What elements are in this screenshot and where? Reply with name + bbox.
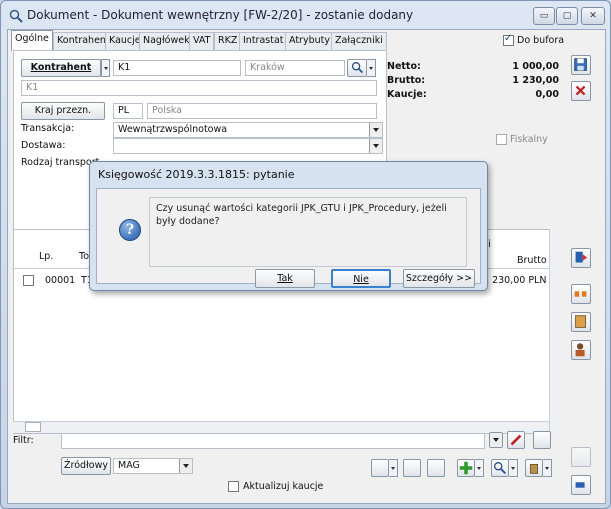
tab-vat[interactable]: VAT <box>189 32 215 50</box>
delete-icon[interactable] <box>525 459 543 477</box>
add-document-icon[interactable] <box>571 248 591 268</box>
kraj-przeznaczenia-button[interactable]: Kraj przezn. <box>21 102 105 120</box>
filter-label: Filtr: <box>13 435 34 446</box>
grid-vscrollbar[interactable] <box>549 229 561 434</box>
kraj-button-label: Kraj przezn. <box>34 105 92 116</box>
save-icon[interactable] <box>571 55 591 75</box>
szczegoly-label: Szczegóły >> <box>405 273 473 284</box>
dostawa-combo[interactable] <box>113 138 383 154</box>
search-icon[interactable] <box>347 59 367 77</box>
add-dropdown[interactable] <box>475 459 484 477</box>
col-lp-header: Lp. <box>39 251 54 262</box>
col-brutto-header: Brutto <box>517 255 547 266</box>
search-icon[interactable] <box>491 459 509 477</box>
tab-zalaczniki[interactable]: Załączniki <box>331 32 387 50</box>
nie-button[interactable]: Nie <box>331 269 391 288</box>
szczegoly-button[interactable]: Szczegóły >> <box>403 269 475 288</box>
tab-rkz[interactable]: RKZ <box>214 32 242 50</box>
cancel-icon[interactable] <box>571 81 591 101</box>
dialog-message: Czy usunąć wartości kategorii JPK_GTU i … <box>149 197 467 267</box>
lock-icon[interactable] <box>571 447 591 467</box>
split-icon[interactable] <box>571 284 591 304</box>
do-bufora-label: Do bufora <box>517 35 565 46</box>
scroll-thumb[interactable] <box>25 422 41 432</box>
row-brutto: 1 230,00 PLN <box>483 275 547 286</box>
delete-dropdown[interactable] <box>543 459 552 477</box>
calculator-icon[interactable] <box>571 312 591 332</box>
fiskalny-label: Fiskalny <box>510 134 548 145</box>
warehouse-value: MAG <box>118 460 140 471</box>
transakcja-combo[interactable]: Wewnątrzwspólnotowa <box>113 122 383 138</box>
row-lp: 00001 <box>45 275 76 286</box>
rodzaj-transportu-label: Rodzaj transport <box>21 157 100 168</box>
keyboard-dropdown[interactable] <box>389 459 398 477</box>
chevron-down-icon <box>179 459 192 473</box>
dostawa-label: Dostawa: <box>21 140 66 151</box>
transakcja-label: Transakcja: <box>21 123 75 134</box>
search-dropdown[interactable] <box>367 59 376 77</box>
kaucje-value: 0,00 <box>535 89 559 100</box>
tab-atrybuty[interactable]: Atrybuty <box>285 32 334 50</box>
brutto-value: 1 230,00 <box>512 75 559 86</box>
warehouse-combo[interactable]: MAG <box>113 458 193 474</box>
kontrahent-dropdown[interactable] <box>101 59 110 77</box>
grid-hscrollbar[interactable] <box>13 421 549 433</box>
add-icon[interactable] <box>457 459 475 477</box>
kontrahent-city-field[interactable]: Kraków <box>245 60 345 76</box>
row-select-checkbox[interactable] <box>23 275 34 286</box>
question-icon: ? <box>119 219 141 241</box>
brutto-label: Brutto: <box>387 75 426 86</box>
chevron-down-icon <box>490 433 502 447</box>
dialog-title: Księgowość 2019.3.3.1815: pytanie <box>98 168 295 181</box>
tab-ogolne[interactable]: Ogólne <box>11 30 53 51</box>
netto-value: 1 000,00 <box>512 61 559 72</box>
kontrahent-name-field[interactable]: K1 <box>21 80 377 96</box>
zrodlowy-button[interactable]: Źródłowy <box>61 457 111 475</box>
exit-icon[interactable] <box>571 475 591 495</box>
title-bar: Dokument - Dokument wewnętrzny [FW-2/20]… <box>1 1 610 31</box>
aktualizuj-kaucje-label: Aktualizuj kaucje <box>243 481 324 492</box>
tab-intrastat[interactable]: Intrastat <box>239 32 288 50</box>
magnifier-icon <box>9 9 23 23</box>
kontrahent-button[interactable]: Kontrahent <box>21 59 101 77</box>
minimize-button[interactable]: ▭ <box>533 7 555 25</box>
window-title: Dokument - Dokument wewnętrzny [FW-2/20]… <box>27 8 414 22</box>
maximize-button[interactable]: ▢ <box>556 7 578 25</box>
transakcja-value: Wewnątrzwspólnotowa <box>118 124 228 135</box>
col-to-header: To <box>79 251 90 262</box>
kontrahent-code-field[interactable]: K1 <box>113 60 241 76</box>
user-icon[interactable] <box>571 340 591 360</box>
filter-field[interactable] <box>61 433 485 449</box>
kaucje-label: Kaucje: <box>387 89 427 100</box>
close-button[interactable]: ✕ <box>581 7 605 25</box>
kraj-name-field[interactable]: Polska <box>147 103 377 119</box>
tak-label: Tak <box>277 273 293 284</box>
move-down-icon[interactable] <box>427 459 445 477</box>
question-dialog: Księgowość 2019.3.3.1815: pytanie ? Czy … <box>89 161 488 291</box>
aktualizuj-kaucje-checkbox[interactable] <box>228 481 239 492</box>
clear-filter-icon[interactable] <box>507 431 525 449</box>
tak-button[interactable]: Tak <box>255 269 315 288</box>
nie-label: Nie <box>353 274 369 285</box>
fiskalny-checkbox[interactable] <box>496 134 507 145</box>
move-up-icon[interactable] <box>403 459 421 477</box>
dialog-body: ? Czy usunąć wartości kategorii JPK_GTU … <box>96 188 481 288</box>
filter-settings-icon[interactable] <box>533 431 551 449</box>
search-dropdown[interactable] <box>509 459 518 477</box>
do-bufora-checkbox[interactable] <box>503 33 514 46</box>
kraj-code-field[interactable]: PL <box>113 103 143 119</box>
chevron-down-icon <box>369 123 382 137</box>
keyboard-icon[interactable] <box>371 459 389 477</box>
filter-dropdown[interactable] <box>489 432 503 448</box>
main-window: Dokument - Dokument wewnętrzny [FW-2/20]… <box>0 0 611 509</box>
zrodlowy-label: Źródłowy <box>64 460 108 471</box>
kontrahent-button-label: Kontrahent <box>30 62 92 73</box>
netto-label: Netto: <box>387 61 421 72</box>
chevron-down-icon <box>369 139 382 153</box>
tab-naglowek[interactable]: Nagłówek <box>139 32 194 50</box>
